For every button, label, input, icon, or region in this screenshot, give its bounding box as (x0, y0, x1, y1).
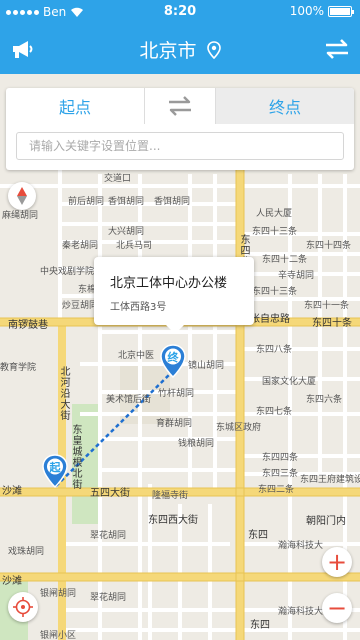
place-popup[interactable]: 北京工体中心办公楼 工体西路3号 (94, 257, 254, 334)
end-marker-label: 终 (167, 351, 179, 364)
road-label: 南锣鼓巷 (8, 320, 48, 331)
swap-arrows-icon (326, 39, 348, 59)
road-label: 东四 (250, 620, 270, 631)
swap-direction-button[interactable] (322, 36, 352, 62)
map-label: 东四三条 (262, 469, 299, 479)
map-label: 东四王府建筑设计 (300, 475, 360, 485)
locate-icon (13, 597, 33, 617)
map-label: 国家文化大厦 (262, 377, 317, 387)
road-label: 沙滩 (2, 576, 22, 587)
location-pin-icon (206, 41, 221, 60)
zoom-controls: + − (322, 545, 352, 635)
start-marker-label: 起 (49, 461, 61, 474)
map-label: 东四十四条 (306, 241, 352, 251)
map-label: 美术馆后街 (106, 395, 152, 405)
compass-icon (17, 187, 27, 205)
map-label: 银闸小区 (40, 631, 77, 640)
place-address: 工体西路3号 (110, 302, 167, 313)
map-label: 秦老胡同 (62, 241, 99, 251)
map-label: 中央戏剧学院 (40, 267, 95, 277)
map-label: 交道口 (104, 174, 132, 184)
map-label: 瀚海科技大 (278, 607, 324, 617)
zoom-in-button[interactable]: + (322, 547, 352, 577)
map-label: 镜山胡同 (188, 361, 225, 371)
battery-percent: 100% (289, 4, 324, 18)
map-label: 东四十三条 (252, 287, 298, 297)
start-marker[interactable]: 起 (42, 454, 68, 489)
city-selector[interactable]: 北京市 (0, 36, 360, 63)
status-bar: Ben 8:20 100% (0, 0, 360, 24)
road-label: 东四 (248, 530, 268, 541)
road-label: 东四十条 (312, 318, 352, 329)
route-panel: 起点 终点 (6, 88, 354, 170)
map-label: 炒豆胡同 (62, 301, 99, 311)
map-label: 东四六条 (306, 395, 343, 405)
map-label: 前后胡同 (68, 197, 105, 207)
map-label: 隆福寺街 (152, 491, 189, 501)
map-label: 北京中医 (118, 351, 155, 361)
map-label: 香饵胡同 (108, 197, 145, 207)
swap-horizontal-icon (169, 96, 191, 116)
place-name: 北京工体中心办公楼 (110, 276, 228, 291)
location-search-input[interactable] (16, 132, 344, 160)
road-label: 沙滩 (2, 486, 22, 497)
map-label: 东四二条 (258, 485, 295, 495)
road-label: 五四大街 (90, 488, 130, 499)
compass-button[interactable] (8, 182, 36, 210)
map-label: 辛寺胡同 (278, 271, 315, 281)
zoom-out-button[interactable]: − (322, 593, 352, 623)
end-marker[interactable]: 终 (160, 344, 186, 379)
map-label: 翠花胡同 (90, 531, 127, 541)
map-label: 翠花胡同 (90, 593, 127, 603)
tab-start-point[interactable]: 起点 (6, 88, 144, 124)
nav-bar: 北京市 (0, 24, 360, 74)
road-label: 东皇城根北街 (70, 424, 81, 490)
road-label: 朝阳门内 (306, 516, 346, 527)
road-label: 东四西大街 (148, 515, 198, 526)
map-label: 钱粮胡同 (178, 439, 215, 449)
swap-points-button[interactable] (144, 88, 216, 124)
map-label: 香饵胡同 (154, 197, 191, 207)
road-label: 北河沿大街 (58, 366, 69, 421)
map-label: 东四四条 (262, 453, 299, 463)
city-title: 北京市 (139, 40, 197, 62)
map-label: 东四七条 (256, 407, 293, 417)
map-label: 北兵马司 (116, 241, 153, 251)
battery-icon (328, 5, 354, 17)
road-label: 张自忠路 (250, 314, 290, 325)
map-label: 东四十二条 (262, 255, 308, 265)
map-label: 瀚海科技大 (278, 541, 324, 551)
map-label: 东四十三条 (252, 227, 298, 237)
status-right: 100% (289, 4, 354, 18)
locate-button[interactable] (8, 592, 38, 622)
map-label: 大兴胡同 (108, 227, 145, 237)
map-label: 竹杆胡同 (158, 389, 195, 399)
map-label: 东四八条 (256, 345, 293, 355)
map-label: 东四十一条 (304, 301, 350, 311)
map-label: 东城区政府 (216, 423, 262, 433)
map-label: 戏珠胡同 (8, 547, 45, 557)
tab-end-point[interactable]: 终点 (216, 88, 354, 124)
map-label: 银闸胡同 (40, 589, 77, 599)
map-label: 育群胡同 (156, 419, 193, 429)
map-label: 教育学院 (0, 363, 37, 373)
map-label: 人民大厦 (256, 209, 293, 219)
